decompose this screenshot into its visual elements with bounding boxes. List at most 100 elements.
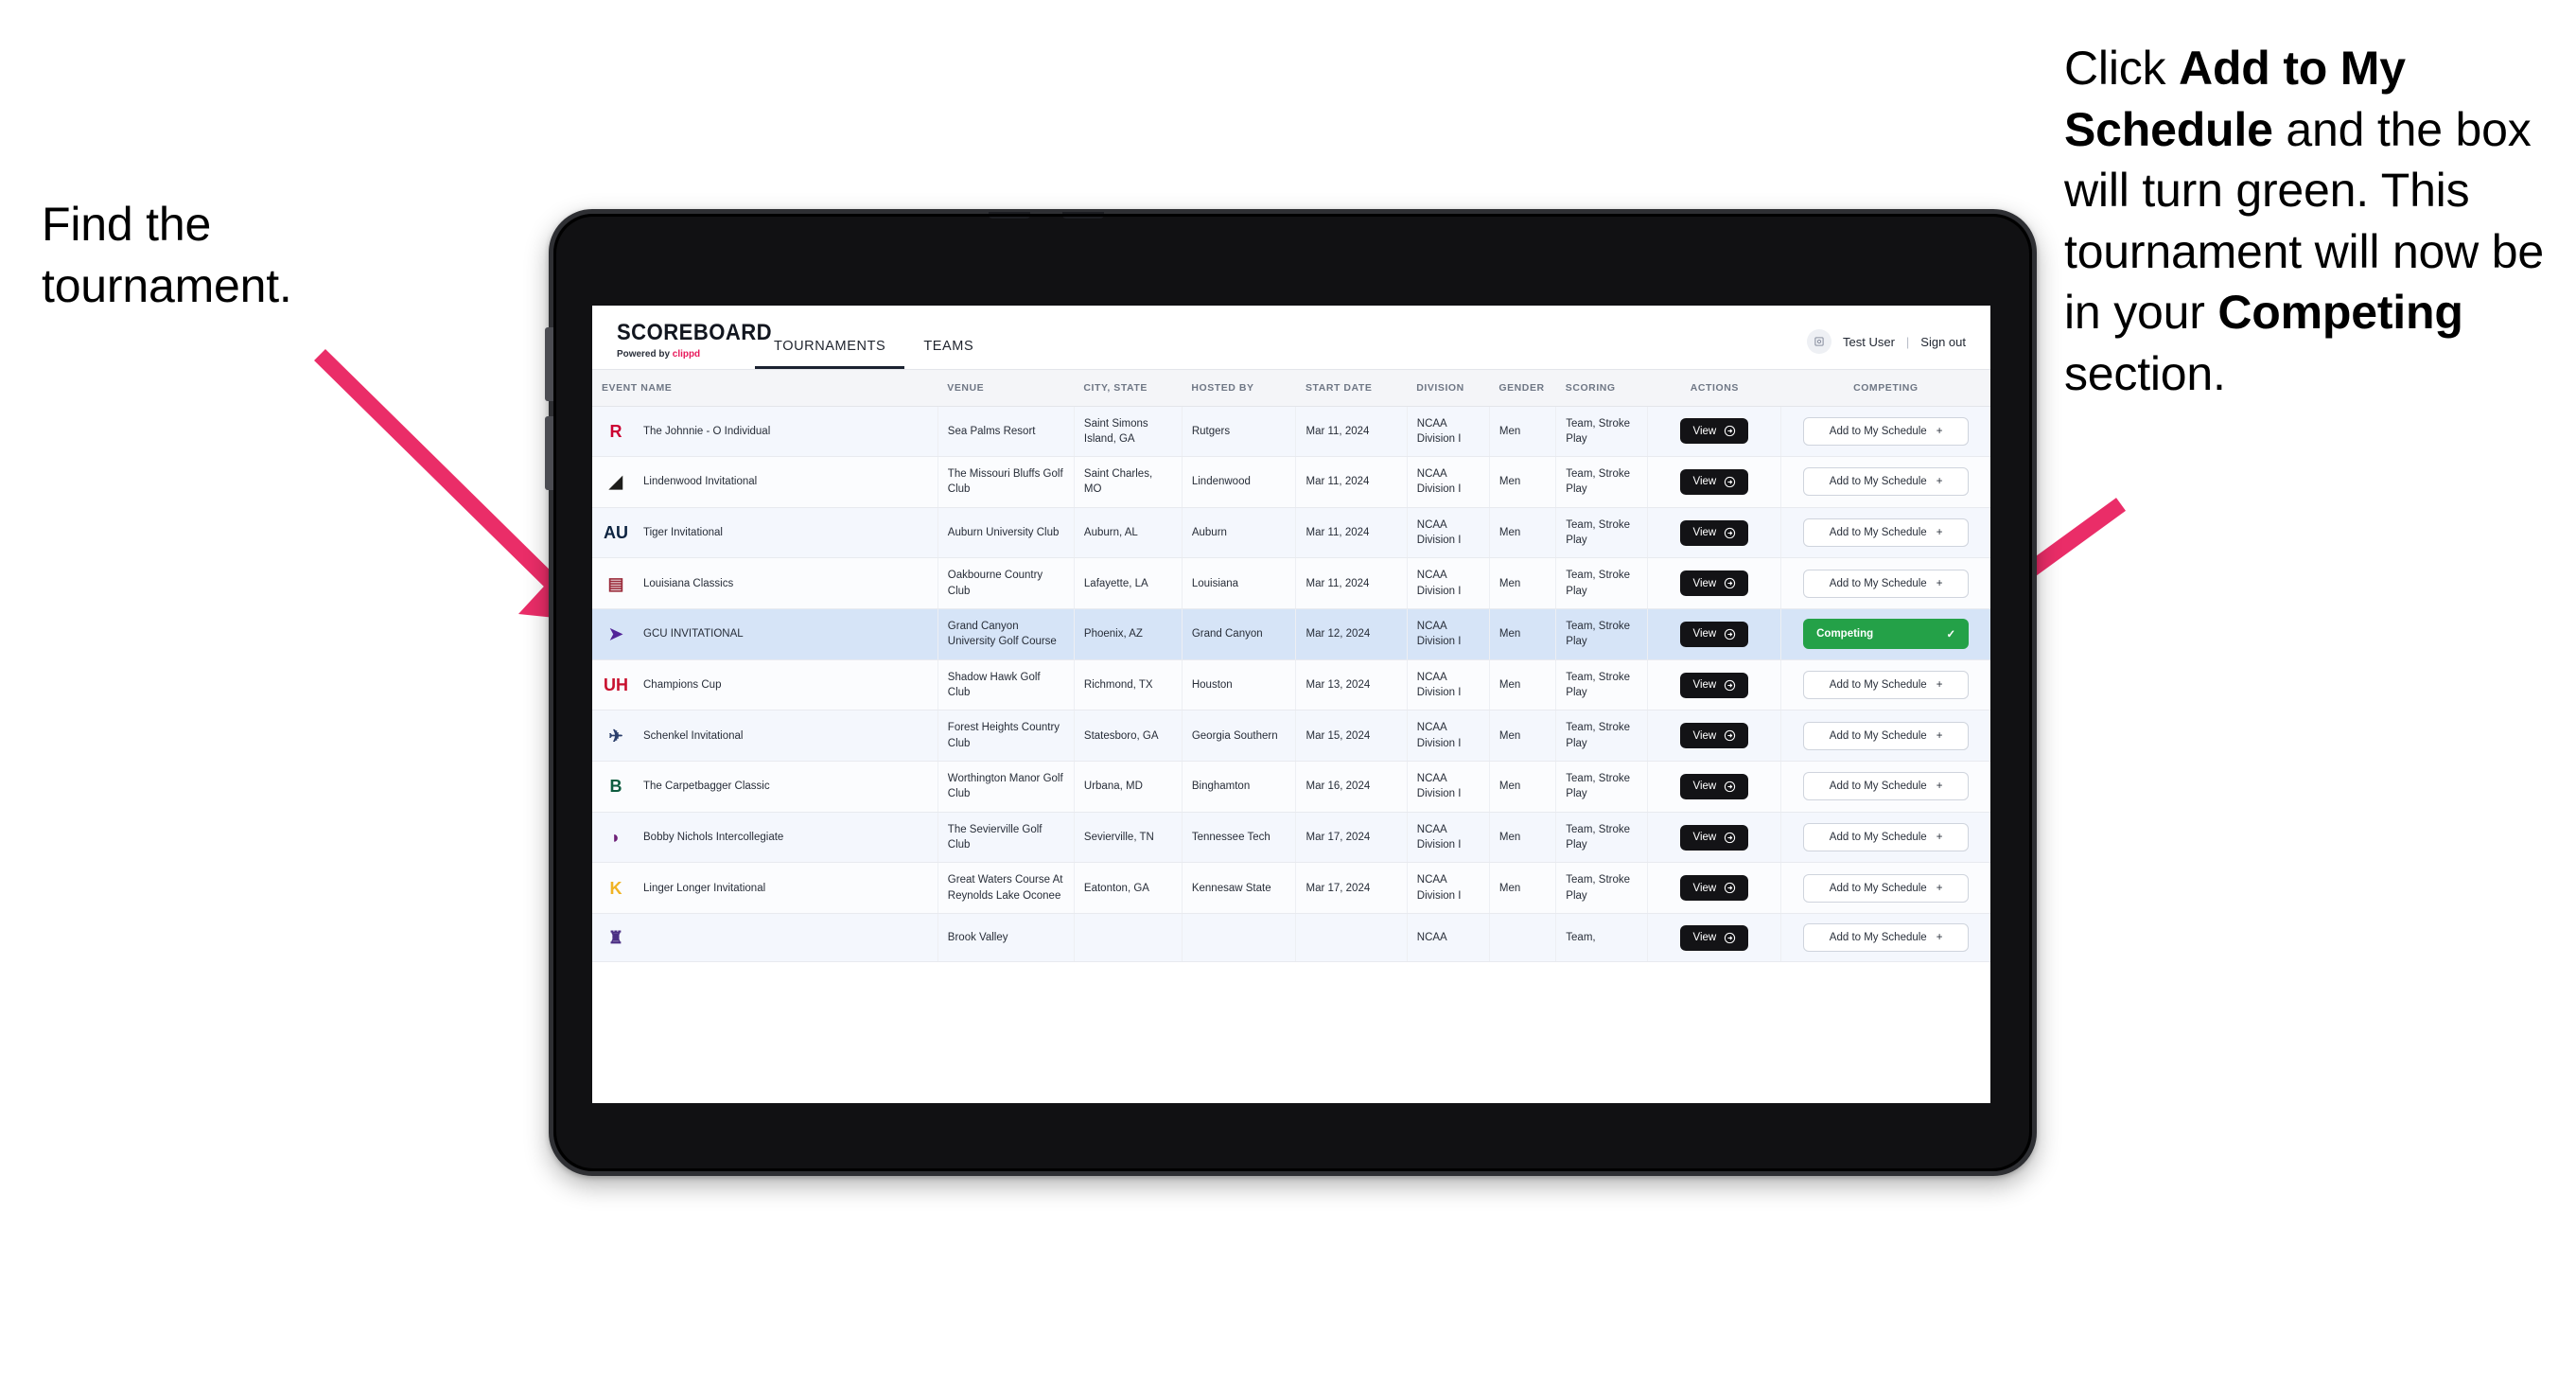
view-button[interactable]: View [1680,519,1749,546]
cell-gender: Men [1489,659,1557,711]
cell-division: NCAA Division I [1407,456,1490,508]
brand-powered-by: Powered by clippd [617,348,748,360]
table-row[interactable]: ✈ Schenkel Invitational Forest Heights C… [592,710,1990,763]
view-button[interactable]: View [1680,468,1749,495]
arrow-right-circle-icon [1725,476,1736,488]
cell-competing: Add to My Schedule + [1780,761,1990,813]
table-row[interactable]: B The Carpetbagger Classic Worthington M… [592,761,1990,813]
powered-by-text: Powered by [617,348,673,360]
competing-button[interactable]: Competing ✓ [1803,619,1970,650]
cell-city-state: Eatonton, GA [1074,862,1183,915]
view-button[interactable]: View [1680,723,1749,749]
add-to-my-schedule-button[interactable]: Add to My Schedule + [1803,518,1970,548]
cell-actions: View [1647,608,1782,660]
cell-event-name: ➤ GCU INVITATIONAL [592,608,938,660]
tab-teams[interactable]: TEAMS [904,339,992,369]
table-row[interactable]: ➤ GCU INVITATIONAL Grand Canyon Universi… [592,608,1990,660]
cell-scoring: Team, [1555,913,1649,963]
table-row[interactable]: AU Tiger Invitational Auburn University … [592,507,1990,559]
cell-gender: Men [1489,456,1557,508]
cell-event-name: UH Champions Cup [592,659,938,711]
arrow-right-circle-icon [1725,883,1736,894]
cell-start-date: Mar 13, 2024 [1295,659,1408,711]
plus-icon: + [1936,882,1943,894]
view-button[interactable]: View [1680,773,1749,799]
annotation-right-bold2: Competing [2217,286,2463,339]
cell-competing: Add to My Schedule + [1780,913,1990,963]
clippd-wordmark: clippd [672,348,701,360]
cell-scoring: Team, Stroke Play [1555,406,1649,458]
team-logo-icon: B [609,777,622,797]
table-row[interactable]: ◗ Bobby Nichols Intercollegiate The Sevi… [592,812,1990,864]
cell-division: NCAA Division I [1407,406,1490,458]
table-row[interactable]: ▤ Louisiana Classics Oakbourne Country C… [592,557,1990,610]
cell-actions: View [1647,557,1782,610]
column-start-date[interactable]: START DATE [1295,370,1408,407]
add-to-my-schedule-button[interactable]: Add to My Schedule + [1803,823,1970,852]
column-division[interactable]: DIVISION [1407,370,1490,407]
table-row[interactable]: K Linger Longer Invitational Great Water… [592,862,1990,915]
cell-division: NCAA Division I [1407,608,1490,660]
cell-hosted-by: Louisiana [1182,557,1297,610]
add-to-my-schedule-button[interactable]: Add to My Schedule + [1803,569,1970,598]
cell-scoring: Team, Stroke Play [1555,659,1649,711]
column-hosted-by[interactable]: HOSTED BY [1182,370,1296,407]
table-row[interactable]: ♜ Brook Valley NCAA Team, View Add to My… [592,913,1990,963]
view-label: View [1692,577,1717,589]
cell-actions: View [1647,812,1782,864]
plus-icon: + [1936,527,1943,539]
add-to-my-schedule-button[interactable]: Add to My Schedule + [1803,671,1970,700]
table-row[interactable]: ◢ Lindenwood Invitational The Missouri B… [592,456,1990,508]
cell-hosted-by: Georgia Southern [1182,710,1297,763]
view-button[interactable]: View [1680,875,1749,902]
add-to-my-schedule-button[interactable]: Add to My Schedule + [1803,923,1970,953]
add-to-my-schedule-button[interactable]: Add to My Schedule + [1803,416,1970,446]
column-scoring[interactable]: SCORING [1555,370,1648,407]
cell-city-state: Statesboro, GA [1074,710,1183,763]
view-button[interactable]: View [1680,621,1749,647]
cell-hosted-by: Kennesaw State [1182,862,1297,915]
brand-logo[interactable]: SCOREBOARD Powered by clippd [592,320,773,369]
add-to-my-schedule-button[interactable]: Add to My Schedule + [1803,721,1970,750]
cell-event-name: R The Johnnie - O Individual [592,406,938,458]
add-to-my-schedule-button[interactable]: Add to My Schedule + [1803,873,1970,903]
table-row[interactable]: UH Champions Cup Shadow Hawk Golf Club R… [592,659,1990,711]
view-button[interactable]: View [1680,672,1749,698]
view-button[interactable]: View [1680,824,1749,851]
annotation-right-part1: Click [2064,42,2180,95]
cell-competing: Add to My Schedule + [1780,507,1990,559]
table-row[interactable]: R The Johnnie - O Individual Sea Palms R… [592,406,1990,458]
cell-hosted-by: Binghamton [1182,761,1297,813]
cell-city-state: Saint Simons Island, GA [1074,406,1183,458]
cell-venue: Oakbourne Country Club [938,557,1075,610]
view-button[interactable]: View [1680,418,1749,445]
user-avatar-icon[interactable] [1807,329,1831,354]
column-city-state[interactable]: CITY, STATE [1074,370,1183,407]
arrow-right-circle-icon [1725,679,1736,691]
view-button[interactable]: View [1680,924,1749,951]
cell-event-name: ◢ Lindenwood Invitational [592,456,938,508]
column-event-name[interactable]: EVENT NAME [592,370,938,407]
volume-up-button[interactable] [545,327,553,401]
volume-down-button[interactable] [545,416,553,490]
brand-name: SCOREBOARD [617,320,773,345]
plus-icon: + [1936,577,1943,589]
cell-actions: View [1647,913,1782,963]
cell-competing: Competing ✓ [1780,608,1990,660]
cell-hosted-by [1182,913,1297,963]
cell-hosted-by: Grand Canyon [1182,608,1297,660]
add-to-my-schedule-button[interactable]: Add to My Schedule + [1803,772,1970,801]
cell-city-state: Urbana, MD [1074,761,1183,813]
cell-venue: Shadow Hawk Golf Club [938,659,1075,711]
cell-gender: Men [1489,507,1557,559]
cell-gender: Men [1489,862,1557,915]
view-button[interactable]: View [1680,570,1749,597]
add-to-my-schedule-button[interactable]: Add to My Schedule + [1803,467,1970,497]
tab-tournaments[interactable]: TOURNAMENTS [755,339,905,369]
column-venue[interactable]: VENUE [938,370,1075,407]
column-gender[interactable]: GENDER [1489,370,1556,407]
sign-out-link[interactable]: Sign out [1920,335,1966,349]
annotation-right-part3: section. [2064,346,2226,400]
team-logo-icon: K [609,878,622,898]
view-label: View [1692,832,1717,844]
